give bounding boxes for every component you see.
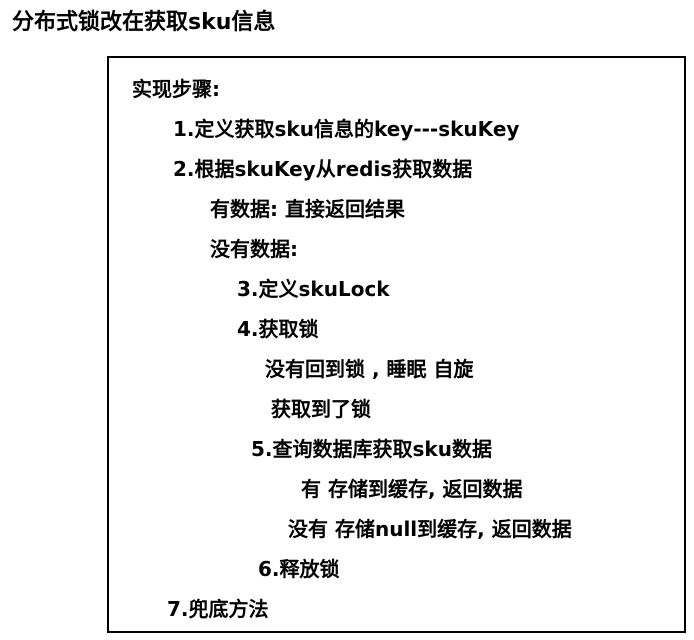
step-5-none: 没有 存储null到缓存, 返回数据 [288, 517, 572, 541]
step-2: 2.根据skuKey从redis获取数据 [173, 157, 473, 181]
step-4-no-lock: 没有回到锁 , 睡眠 自旋 [265, 357, 474, 381]
step-5: 5.查询数据库获取sku数据 [251, 437, 492, 461]
step-5-has: 有 存储到缓存, 返回数据 [301, 477, 523, 501]
step-6: 6.释放锁 [258, 557, 340, 581]
step-4: 4.获取锁 [237, 317, 319, 341]
step-7: 7.兜底方法 [167, 597, 269, 621]
steps-box: 实现步骤: 1.定义获取sku信息的key---skuKey 2.根据skuKe… [107, 56, 686, 633]
step-1: 1.定义获取sku信息的key---skuKey [173, 117, 520, 141]
step-2-has-data: 有数据: 直接返回结果 [210, 197, 405, 221]
step-2-no-data: 没有数据: [210, 237, 298, 261]
step-3: 3.定义skuLock [237, 277, 390, 301]
page-heading: 分布式锁改在获取sku信息 [12, 10, 276, 35]
step-4-got-lock: 获取到了锁 [271, 397, 371, 421]
steps-title: 实现步骤: [132, 77, 220, 101]
